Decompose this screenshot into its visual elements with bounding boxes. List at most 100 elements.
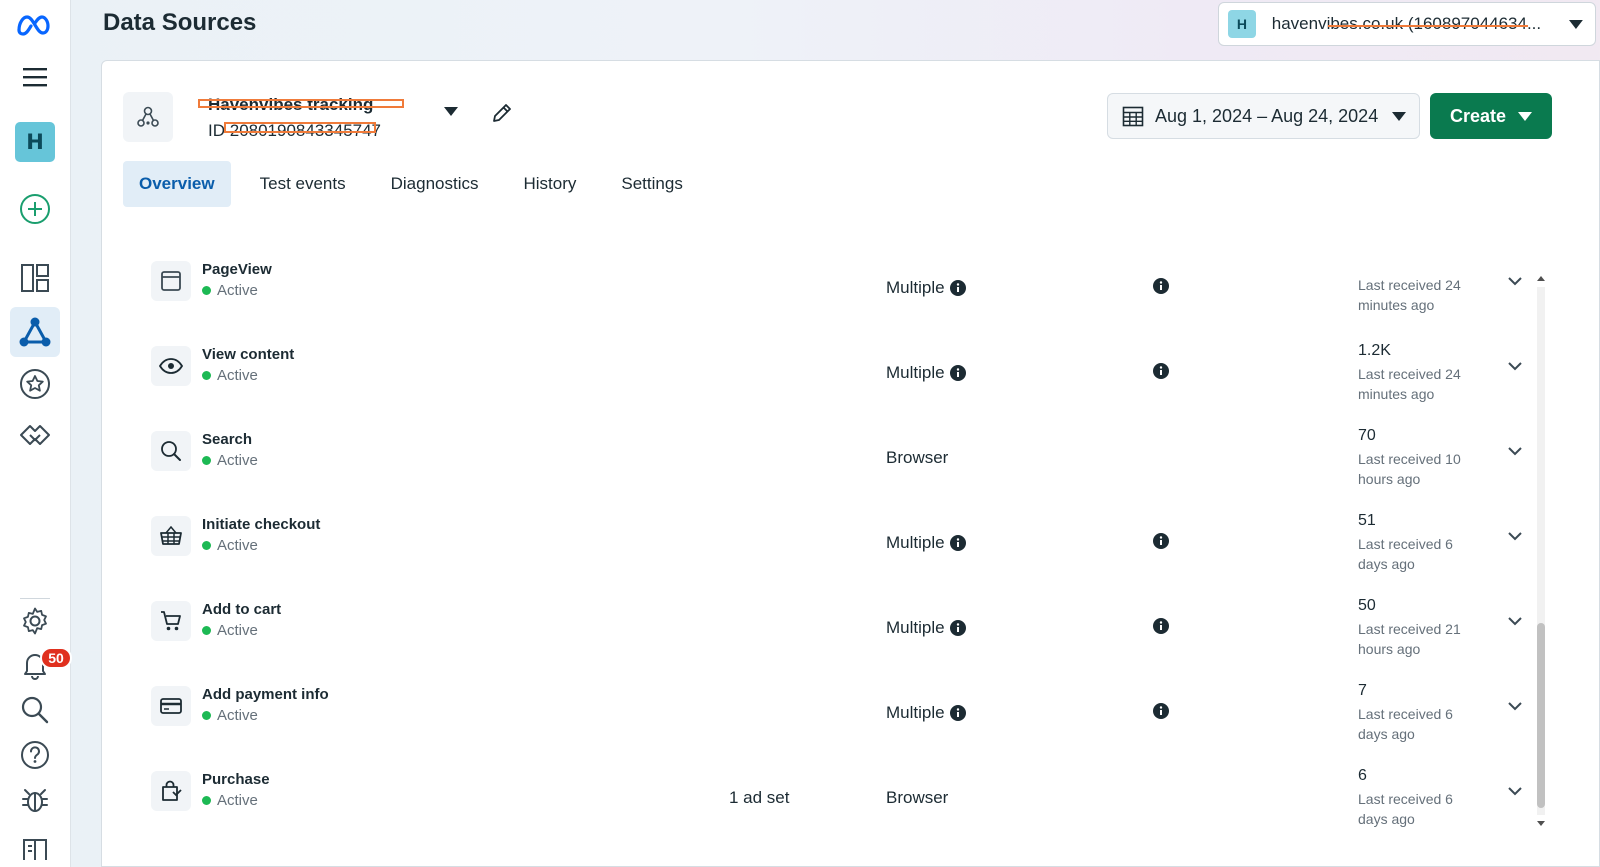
- info-icon[interactable]: [949, 705, 966, 721]
- calendar-icon: [1122, 106, 1144, 127]
- event-name: View content: [202, 346, 295, 363]
- event-status: Active: [202, 282, 258, 299]
- last-received: Last received 6 days ago: [1358, 789, 1478, 829]
- expand-chevron-icon[interactable]: [1508, 362, 1522, 371]
- last-received-line2: hours ago: [1358, 641, 1421, 657]
- last-received: Last received 6 days ago: [1358, 534, 1478, 574]
- expand-chevron-icon[interactable]: [1508, 702, 1522, 711]
- info-icon[interactable]: [1153, 363, 1169, 379]
- active-dot: [202, 286, 211, 295]
- event-status-text: Active: [217, 792, 258, 809]
- expand-chevron-icon[interactable]: [1508, 277, 1522, 286]
- last-received-line1: Last received 6: [1358, 791, 1453, 807]
- book-guide-icon[interactable]: [10, 820, 60, 867]
- active-dot: [202, 371, 211, 380]
- meta-logo-icon[interactable]: [10, 0, 60, 50]
- integration-method-text: Multiple: [886, 618, 945, 637]
- ad-account-selector[interactable]: H havenvibes.co.uk (160897044634...: [1218, 2, 1596, 46]
- events-manager-icon[interactable]: [10, 307, 60, 357]
- event-status-text: Active: [217, 622, 258, 639]
- event-row-add-payment-info[interactable]: Add payment info Active Multiple 7 Last …: [102, 672, 1542, 757]
- event-status-text: Active: [217, 282, 258, 299]
- business-account-avatar[interactable]: H: [10, 117, 60, 167]
- event-status-text: Active: [217, 452, 258, 469]
- info-icon[interactable]: [949, 280, 966, 296]
- event-status-text: Active: [217, 707, 258, 724]
- integration-method: Browser: [886, 788, 948, 808]
- integration-method: Browser: [886, 448, 948, 468]
- event-name: PageView: [202, 261, 272, 278]
- expand-chevron-icon[interactable]: [1508, 532, 1522, 541]
- info-icon[interactable]: [1153, 278, 1169, 294]
- info-icon[interactable]: [949, 535, 966, 551]
- hamburger-menu-icon[interactable]: [10, 52, 60, 102]
- scroll-down-arrow-icon[interactable]: [1537, 819, 1545, 827]
- redaction-mark: [224, 122, 376, 133]
- event-row-search[interactable]: Search Active Browser 70 Last received 1…: [102, 417, 1542, 502]
- event-status: Active: [202, 622, 258, 639]
- event-name: Add payment info: [202, 686, 329, 703]
- event-row-purchase[interactable]: Purchase Active 1 ad set Browser 6 Last …: [102, 757, 1542, 842]
- info-icon[interactable]: [1153, 533, 1169, 549]
- settings-gear-icon[interactable]: [10, 596, 60, 646]
- last-received-line2: days ago: [1358, 726, 1415, 742]
- edit-pencil-icon[interactable]: [490, 101, 514, 125]
- event-row-add-to-cart[interactable]: Add to cart Active Multiple 50 Last rece…: [102, 587, 1542, 672]
- event-count: 1.2K: [1358, 342, 1391, 359]
- last-received: Last received 10 hours ago: [1358, 449, 1478, 489]
- last-received-line1: Last received 6: [1358, 706, 1453, 722]
- info-icon[interactable]: [1153, 618, 1169, 634]
- chevron-down-icon: [1392, 111, 1407, 121]
- tab-bar: Overview Test events Diagnostics History…: [123, 161, 712, 207]
- expand-chevron-icon[interactable]: [1508, 787, 1522, 796]
- account-name-text: havenvibes.co.uk (160897044634...: [1271, 14, 1542, 33]
- notifications-bell-icon[interactable]: 50: [10, 640, 72, 690]
- event-row-view-content[interactable]: View content Active Multiple 1.2K Last r…: [102, 332, 1542, 417]
- event-status-text: Active: [217, 537, 258, 554]
- tab-history[interactable]: History: [507, 161, 592, 207]
- bug-report-icon[interactable]: [10, 775, 60, 825]
- last-received: Last received 24 minutes ago: [1358, 364, 1478, 404]
- search-icon[interactable]: [10, 685, 60, 735]
- create-button[interactable]: Create: [1430, 93, 1552, 139]
- event-name: Initiate checkout: [202, 516, 321, 533]
- dashboard-icon[interactable]: [10, 253, 60, 303]
- event-ad-sets[interactable]: 1 ad set: [729, 788, 790, 808]
- integration-method: Multiple: [886, 533, 966, 553]
- last-received-line2: hours ago: [1358, 471, 1421, 487]
- left-nav-rail: H 50: [0, 0, 72, 867]
- event-name: Purchase: [202, 771, 270, 788]
- tab-test-events[interactable]: Test events: [244, 161, 362, 207]
- integration-method-text: Multiple: [886, 363, 945, 382]
- event-name: Search: [202, 431, 253, 448]
- active-dot: [202, 711, 211, 720]
- star-badge-icon[interactable]: [10, 359, 60, 409]
- expand-chevron-icon[interactable]: [1508, 447, 1522, 456]
- eye-icon: [151, 346, 191, 386]
- integration-method: Multiple: [886, 618, 966, 638]
- event-row-initiate-checkout[interactable]: Initiate checkout Active Multiple 51 Las…: [102, 502, 1542, 587]
- expand-chevron-icon[interactable]: [1508, 617, 1522, 626]
- dataset-dropdown-chevron-icon[interactable]: [444, 107, 458, 116]
- tab-overview[interactable]: Overview: [123, 161, 231, 207]
- info-icon[interactable]: [949, 620, 966, 636]
- scroll-up-arrow-icon[interactable]: [1537, 275, 1545, 283]
- event-count: 7: [1358, 682, 1367, 699]
- help-question-icon[interactable]: [10, 730, 60, 780]
- last-received-line1: Last received 24: [1358, 366, 1461, 382]
- info-icon[interactable]: [1153, 703, 1169, 719]
- event-count: 6: [1358, 767, 1367, 784]
- date-range-picker[interactable]: Aug 1, 2024 – Aug 24, 2024: [1107, 93, 1420, 139]
- notification-count-badge: 50: [40, 647, 72, 669]
- last-received-line2: minutes ago: [1358, 386, 1435, 402]
- last-received-line2: days ago: [1358, 556, 1415, 572]
- tab-settings[interactable]: Settings: [605, 161, 698, 207]
- events-scrollbar[interactable]: [1534, 273, 1547, 829]
- add-plus-icon[interactable]: [10, 184, 60, 234]
- info-icon[interactable]: [949, 365, 966, 381]
- handshake-icon[interactable]: [10, 411, 60, 461]
- scrollbar-thumb[interactable]: [1537, 623, 1545, 808]
- active-dot: [202, 796, 211, 805]
- tab-diagnostics[interactable]: Diagnostics: [375, 161, 495, 207]
- event-row-pageview[interactable]: PageView Active Multiple Last received 2…: [102, 257, 1542, 332]
